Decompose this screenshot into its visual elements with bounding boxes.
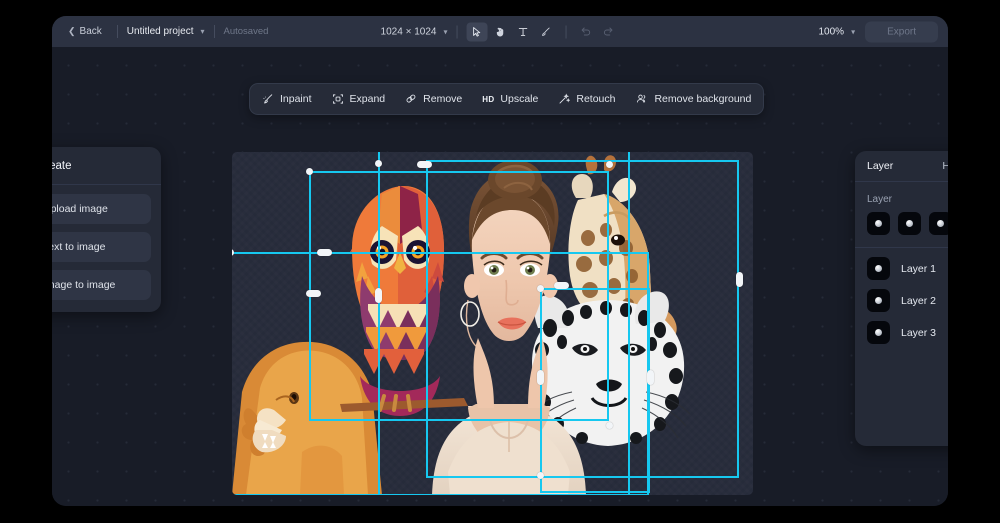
- zoom-dropdown[interactable]: 100% ▾: [819, 26, 856, 37]
- orb-thumbnail-icon: [875, 329, 882, 336]
- layer-thumbnail: [867, 321, 890, 344]
- tool-remove-background[interactable]: Remove background: [635, 93, 751, 105]
- layer-name: Layer 1: [901, 262, 937, 275]
- tool-label: Remove: [423, 93, 463, 105]
- layer-swatch[interactable]: [867, 212, 890, 235]
- tool-expand[interactable]: Expand: [332, 93, 386, 105]
- tool-label: Upscale: [500, 93, 539, 105]
- divider: [456, 25, 458, 38]
- upload-image-button[interactable]: Upload image: [52, 194, 151, 224]
- top-bar: ❮ Back Untitled project ▾ Autosaved 1024…: [52, 16, 948, 47]
- top-bar-left: ❮ Back Untitled project ▾ Autosaved: [52, 23, 268, 40]
- select-tool-button[interactable]: [466, 22, 488, 41]
- orb-thumbnail-icon: [875, 265, 882, 272]
- upload-image-label: Upload image: [52, 203, 108, 215]
- text-to-image-label: Text to image: [52, 241, 106, 253]
- layer-name: Layer 2: [901, 294, 937, 307]
- back-label: Back: [79, 26, 102, 37]
- canvas-size-chevron-down-icon[interactable]: ▾: [443, 27, 447, 36]
- create-panel-body: Upload image Text to image: [52, 185, 161, 312]
- canvas-artwork: [232, 155, 691, 495]
- tool-retouch[interactable]: Retouch: [558, 93, 615, 105]
- text-tool-button[interactable]: [512, 22, 533, 41]
- tool-group: [466, 22, 556, 41]
- create-panel-title: Create: [52, 159, 72, 172]
- back-button[interactable]: ❮ Back: [62, 23, 108, 40]
- canvas-size-value[interactable]: 1024 × 1024: [381, 26, 437, 37]
- tool-label: Retouch: [576, 93, 616, 105]
- undo-icon: [582, 27, 591, 36]
- chevron-left-icon: ❮: [68, 26, 76, 36]
- tool-label: Expand: [349, 93, 386, 105]
- tool-remove[interactable]: Remove: [405, 93, 462, 105]
- zoom-chevron-down-icon: ▾: [851, 27, 856, 36]
- text-icon: [518, 27, 528, 36]
- layer-swatch[interactable]: [929, 212, 948, 235]
- layer-name: Layer 3: [901, 326, 937, 339]
- canvas[interactable]: [232, 152, 753, 495]
- project-name-dropdown[interactable]: Untitled project ▾: [127, 26, 205, 37]
- app-window: ❮ Back Untitled project ▾ Autosaved 1024…: [52, 16, 948, 506]
- autosaved-status: Autosaved: [223, 26, 269, 37]
- orb-thumbnail-icon: [875, 220, 882, 227]
- hand-icon: [496, 27, 504, 37]
- tab-history-label: History: [942, 160, 948, 172]
- image-to-image-label: Image to image: [52, 279, 116, 291]
- export-button[interactable]: Export: [865, 21, 938, 42]
- layer-panel: Layer History ▲ Layer Layer 1: [855, 151, 948, 446]
- people-icon: [637, 94, 646, 103]
- eraser-icon: [406, 94, 416, 103]
- zoom-level: 100%: [818, 26, 845, 37]
- magic-wand-icon: [559, 93, 571, 104]
- layer-section-label: Layer: [867, 194, 893, 205]
- layer-list-item[interactable]: Layer 1: [867, 257, 948, 280]
- cursor-arrow-icon: [473, 26, 481, 37]
- edit-tools-bar: Inpaint Expand Remove HD Upscale Retouch…: [249, 83, 765, 115]
- layer-panel-header: Layer History ▲: [855, 151, 948, 182]
- divider: [565, 25, 567, 38]
- tab-layer[interactable]: Layer: [867, 160, 893, 172]
- layer-list-item[interactable]: Layer 3: [867, 321, 948, 344]
- chevron-down-icon: ▾: [200, 27, 205, 36]
- divider: [213, 25, 215, 38]
- project-name: Untitled project: [126, 26, 194, 37]
- text-to-image-button[interactable]: Text to image: [52, 232, 151, 262]
- layer-list-item[interactable]: Layer 2: [867, 289, 948, 312]
- tool-label: Remove background: [654, 93, 752, 105]
- create-panel: Create Upload image: [52, 147, 161, 312]
- redo-icon: [604, 27, 613, 36]
- top-bar-right: 100% ▾ Export: [819, 21, 938, 42]
- orb-thumbnail-icon: [875, 297, 882, 304]
- orb-thumbnail-icon: [906, 220, 913, 227]
- layer-thumbnail: [867, 289, 890, 312]
- image-to-image-button[interactable]: Image to image: [52, 270, 151, 300]
- undo-button[interactable]: [575, 22, 596, 41]
- redo-button[interactable]: [598, 22, 619, 41]
- hand-tool-button[interactable]: [489, 22, 510, 41]
- top-bar-center: 1024 × 1024 ▾: [381, 22, 620, 41]
- history-tool-group: [575, 22, 619, 41]
- layer-swatch[interactable]: [898, 212, 921, 235]
- layer-thumbnail: [867, 257, 890, 280]
- layer-list: Layer 1 Layer 2 Layer 3: [855, 248, 948, 353]
- brush-tool-button[interactable]: [535, 22, 556, 41]
- brush-icon: [542, 27, 550, 36]
- create-panel-header: Create: [52, 147, 161, 185]
- tab-history[interactable]: History ▲: [942, 160, 948, 172]
- layer-swatch-row: [855, 212, 948, 247]
- lion-illustration: [232, 341, 382, 495]
- workspace: Inpaint Expand Remove HD Upscale Retouch…: [52, 47, 948, 506]
- tool-inpaint[interactable]: Inpaint: [262, 93, 312, 105]
- inpaint-brush-icon: [263, 94, 273, 104]
- divider: [116, 25, 118, 38]
- tool-label: Inpaint: [280, 93, 312, 105]
- hd-icon: HD: [482, 94, 495, 104]
- tool-upscale[interactable]: HD Upscale: [482, 93, 538, 105]
- expand-icon: [332, 94, 343, 104]
- orb-thumbnail-icon: [937, 220, 944, 227]
